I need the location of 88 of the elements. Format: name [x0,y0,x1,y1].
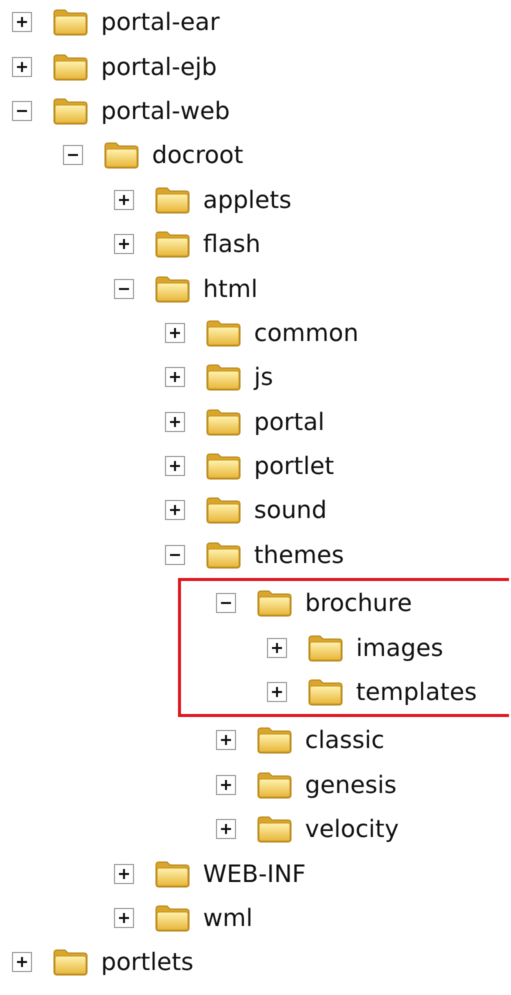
folder-label[interactable]: applets [203,188,292,212]
folder-label[interactable]: docroot [152,143,244,168]
folder-label[interactable]: html [203,276,258,301]
expand-toggle[interactable] [216,819,236,840]
plus-icon [17,17,27,28]
folder-icon [154,904,191,932]
folder-icon [52,8,89,36]
expand-toggle[interactable] [12,952,32,972]
folder-label[interactable]: portal [254,410,325,434]
folder-label[interactable]: sound [254,498,327,522]
folder-label[interactable]: portlet [254,454,334,478]
folder-icon [205,363,242,392]
folder-icon [52,96,89,125]
folder-icon [205,408,242,436]
expand-toggle[interactable] [165,500,185,520]
plus-icon [17,62,27,72]
plus-icon [170,372,180,382]
collapse-toggle[interactable] [63,145,83,166]
expand-toggle[interactable] [114,190,134,210]
collapse-toggle[interactable] [114,278,134,299]
expand-toggle[interactable] [216,774,236,795]
folder-label[interactable]: brochure [305,591,412,616]
folder-label[interactable]: portal-ear [101,10,220,34]
folder-icon [103,141,140,170]
folder-icon [256,815,293,844]
expand-toggle[interactable] [114,864,134,884]
expand-toggle[interactable] [165,456,185,476]
folder-icon [205,318,242,347]
plus-icon [119,868,129,879]
folder-label[interactable]: classic [305,728,384,752]
folder-label[interactable]: themes [254,542,344,567]
folder-icon [154,860,191,888]
plus-icon [170,505,180,516]
plus-icon [221,824,231,834]
folder-label[interactable]: portlets [101,950,194,974]
folder-label[interactable]: images [356,636,444,660]
folder-label[interactable]: js [254,365,274,390]
plus-icon [119,239,129,250]
collapse-toggle[interactable] [216,593,236,614]
folder-icon [256,726,293,754]
plus-icon [170,328,180,338]
collapse-toggle[interactable] [12,100,32,121]
minus-icon [17,110,27,112]
expand-toggle[interactable] [114,234,134,254]
minus-icon [221,602,231,604]
expand-toggle[interactable] [165,367,185,388]
plus-icon [221,735,231,746]
folder-icon [256,589,293,618]
folder-icon [52,948,89,976]
folder-icon [154,186,191,214]
folder-icon [307,634,344,662]
plus-icon [221,780,231,790]
folder-icon [154,274,191,303]
expand-toggle[interactable] [12,12,32,32]
folder-label[interactable]: flash [203,232,261,256]
folder-label[interactable]: WEB-INF [203,862,306,886]
folder-label[interactable]: common [254,320,359,345]
folder-icon [154,230,191,258]
plus-icon [119,194,129,205]
expand-toggle[interactable] [114,908,134,928]
minus-icon [119,288,129,290]
folder-label[interactable]: wml [203,906,253,930]
plus-icon [119,913,129,923]
folder-icon [205,496,242,524]
plus-icon [17,957,27,968]
plus-icon [272,642,282,653]
plus-icon [170,461,180,472]
collapse-toggle[interactable] [165,544,185,565]
plus-icon [170,416,180,427]
minus-icon [68,154,78,156]
expand-toggle[interactable] [216,730,236,750]
expand-toggle[interactable] [267,682,287,702]
folder-label[interactable]: velocity [305,817,399,842]
folder-icon [205,540,242,569]
expand-toggle[interactable] [267,638,287,658]
folder-icon [52,52,89,81]
plus-icon [272,687,282,698]
folder-icon [205,452,242,480]
folder-icon [307,678,344,706]
expand-toggle[interactable] [12,56,32,77]
expand-toggle[interactable] [165,322,185,343]
expand-toggle[interactable] [165,412,185,432]
folder-icon [256,770,293,799]
folder-label[interactable]: portal-ejb [101,54,217,79]
folder-label[interactable]: templates [356,680,477,704]
minus-icon [170,554,180,556]
folder-label[interactable]: genesis [305,772,397,797]
folder-label[interactable]: portal-web [101,98,230,123]
